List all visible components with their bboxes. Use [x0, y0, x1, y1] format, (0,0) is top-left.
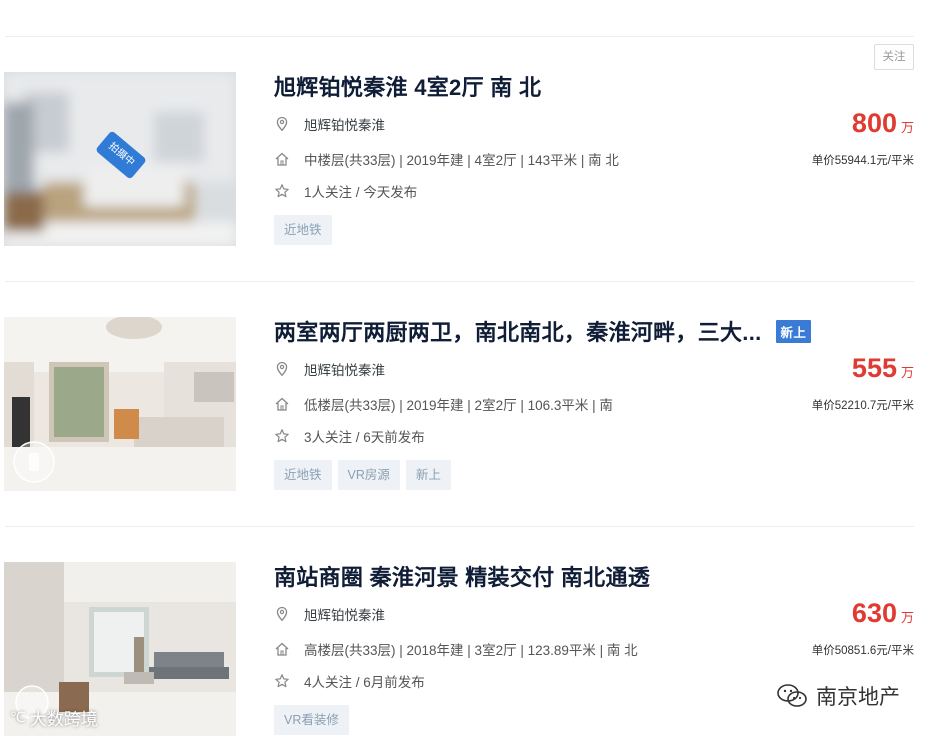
house-icon [274, 151, 290, 167]
listing-1-location-row: 旭辉铂悦秦淮 [274, 114, 385, 134]
price-value: 630 [851, 598, 897, 628]
watermark-text: 南京地产 [816, 686, 900, 709]
listing-2-follow-info: 3人关注 / 6天前发布 [304, 430, 425, 445]
listing-3-info-row: 高楼层(共33层) | 2018年建 | 3室2厅 | 123.89平米 | 南… [274, 639, 638, 659]
top-divider [5, 36, 914, 37]
star-icon [274, 428, 290, 444]
listing-1-info-row: 中楼层(共33层) | 2019年建 | 4室2厅 | 143平米 | 南 北 [274, 149, 619, 169]
price-unit: 万 [900, 610, 914, 625]
listing-3-location-row: 旭辉铂悦秦淮 [274, 604, 385, 624]
listing-1-tags: 近地铁 [274, 215, 338, 245]
kuajing-logo-icon: ℃ [10, 709, 26, 725]
listing-divider [5, 526, 914, 527]
listing-2-info: 低楼层(共33层) | 2019年建 | 2室2厅 | 106.3平米 | 南 [304, 398, 613, 413]
price-unit: 万 [900, 365, 914, 380]
listing-2-tags: 近地铁 VR房源 新上 [274, 460, 457, 490]
tag: 新上 [405, 460, 451, 490]
listing-1-follow-row: 1人关注 / 今天发布 [274, 181, 417, 201]
listing-1-unit-price: 单价55944.1元/平米 [811, 155, 914, 167]
listing-3-follow-info: 4人关注 / 6月前发布 [304, 675, 425, 690]
star-icon [274, 673, 290, 689]
location-pin-icon [274, 606, 290, 622]
photo-watermark: ℃ 大数跨境 [10, 709, 98, 729]
listing-3-info: 高楼层(共33层) | 2018年建 | 3室2厅 | 123.89平米 | 南… [304, 643, 638, 658]
star-icon [274, 183, 290, 199]
listing-3-follow-row: 4人关注 / 6月前发布 [274, 671, 425, 691]
wechat-watermark: 南京地产 [776, 681, 900, 711]
listing-1-info: 中楼层(共33层) | 2019年建 | 4室2厅 | 143平米 | 南 北 [304, 153, 619, 168]
house-icon [274, 396, 290, 412]
listing-1-photo[interactable]: 拍摄中 [4, 72, 236, 246]
listing-3-photo[interactable]: ℃ 大数跨境 [4, 562, 236, 736]
listing-2-title-link[interactable]: 两室两厅两厨两卫，南北南北，秦淮河畔，三大... [274, 320, 762, 345]
listing-divider [5, 281, 914, 282]
price-unit: 万 [900, 120, 914, 135]
price-value: 555 [851, 353, 897, 383]
listing-1-price: 800 万 [852, 108, 914, 139]
listing-3-tags: VR看装修 [274, 705, 355, 735]
living-room-photo [4, 317, 236, 491]
listing-1-community-link[interactable]: 旭辉铂悦秦淮 [304, 114, 385, 134]
listing-2-price: 555 万 [852, 353, 914, 384]
location-pin-icon [274, 361, 290, 377]
listing-2-community-link[interactable]: 旭辉铂悦秦淮 [304, 359, 385, 379]
price-value: 800 [851, 108, 897, 138]
listing-3-community-link[interactable]: 旭辉铂悦秦淮 [304, 604, 385, 624]
house-icon [274, 641, 290, 657]
listing-3-title[interactable]: 南站商圈 秦淮河景 精装交付 南北通透 [274, 560, 650, 592]
listing-2-follow-row: 3人关注 / 6天前发布 [274, 426, 425, 446]
tag: VR看装修 [274, 705, 349, 735]
listing-2-title: 两室两厅两厨两卫，南北南北，秦淮河畔，三大... 新上 [274, 315, 812, 347]
listing-1-title[interactable]: 旭辉铂悦秦淮 4室2厅 南 北 [274, 70, 541, 102]
tag: 近地铁 [274, 460, 332, 490]
listing-2-info-row: 低楼层(共33层) | 2019年建 | 2室2厅 | 106.3平米 | 南 [274, 394, 613, 414]
follow-button[interactable]: 关注 [874, 44, 914, 70]
listing-2-photo[interactable] [4, 317, 236, 491]
tag: 近地铁 [274, 215, 332, 245]
listing-1-follow-info: 1人关注 / 今天发布 [304, 185, 418, 200]
listing-3-unit-price: 单价50851.6元/平米 [811, 645, 914, 657]
listing-3-price: 630 万 [852, 598, 914, 629]
new-badge: 新上 [775, 319, 812, 343]
listing-2-unit-price: 单价52210.7元/平米 [811, 400, 914, 412]
listing-2-location-row: 旭辉铂悦秦淮 [274, 359, 385, 379]
tag: VR房源 [337, 460, 400, 490]
wechat-icon [776, 683, 808, 709]
location-pin-icon [274, 116, 290, 132]
